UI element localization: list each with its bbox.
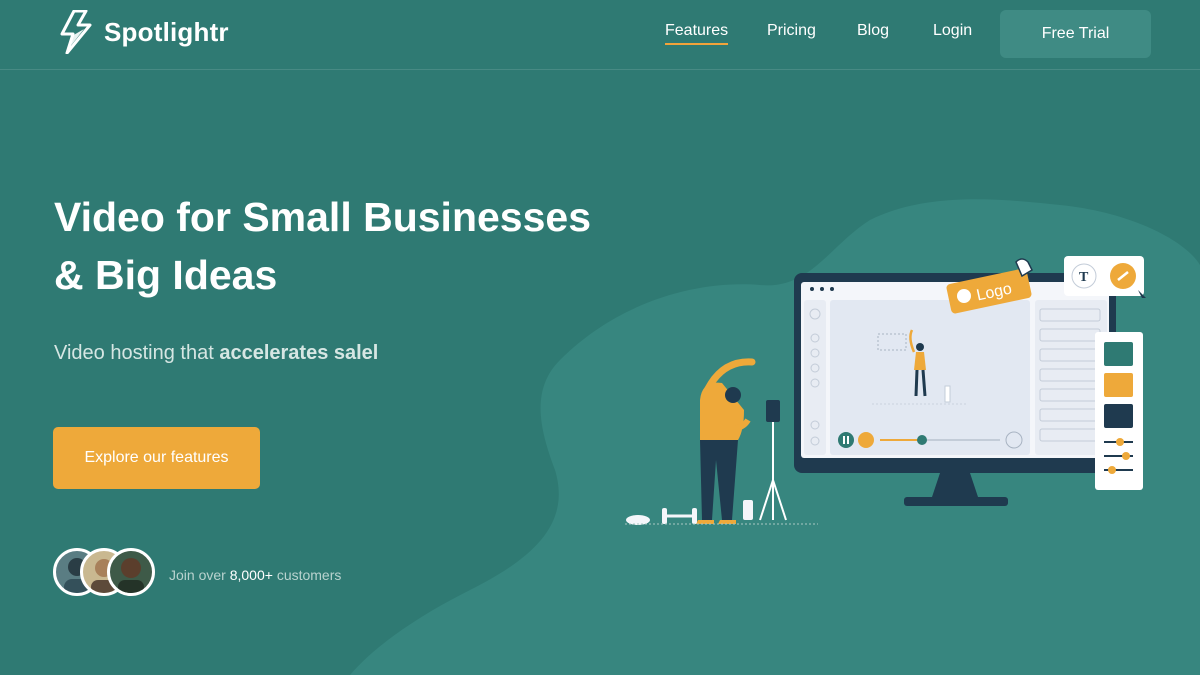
camera-tripod-graphic bbox=[759, 400, 787, 521]
brand-logo[interactable]: Spotlightr bbox=[60, 10, 229, 54]
nav-link-features[interactable]: Features bbox=[665, 22, 729, 45]
color-swatch-panel bbox=[1095, 332, 1143, 490]
join-suffix: customers bbox=[276, 567, 342, 583]
hero-illustration: Logo T bbox=[625, 256, 1146, 525]
customer-avatars bbox=[53, 548, 163, 600]
free-trial-button[interactable]: Free Trial bbox=[1000, 10, 1151, 58]
hero-subheading: Video hosting that accelerates salel bbox=[54, 342, 378, 365]
text-link-toolbox: T bbox=[1064, 256, 1146, 298]
join-customers-text: Join over 8,000+ customers bbox=[169, 567, 341, 583]
subheading-prefix: Video hosting that bbox=[54, 342, 214, 364]
customer-count: 8,000+ bbox=[229, 567, 273, 583]
nav-link-login[interactable]: Login bbox=[933, 22, 972, 40]
subheading-bold: accelerates salel bbox=[219, 342, 379, 364]
lightning-bolt-icon bbox=[60, 10, 92, 54]
nav-link-blog[interactable]: Blog bbox=[857, 22, 889, 40]
woman-stretching-figure bbox=[696, 358, 756, 524]
avatar bbox=[107, 548, 155, 596]
text-tool-label: T bbox=[1079, 270, 1089, 285]
nav-link-pricing[interactable]: Pricing bbox=[767, 22, 816, 40]
brand-name: Spotlightr bbox=[104, 16, 229, 47]
join-prefix: Join over bbox=[169, 567, 226, 583]
hero-headline: Video for Small Businesses & Big Ideas bbox=[54, 188, 591, 304]
top-navbar: Spotlightr Features Pricing Blog Login F… bbox=[0, 0, 1200, 70]
explore-features-button[interactable]: Explore our features bbox=[53, 427, 260, 489]
headline-line-2: & Big Ideas bbox=[54, 252, 278, 298]
headline-line-1: Video for Small Businesses bbox=[54, 194, 592, 240]
